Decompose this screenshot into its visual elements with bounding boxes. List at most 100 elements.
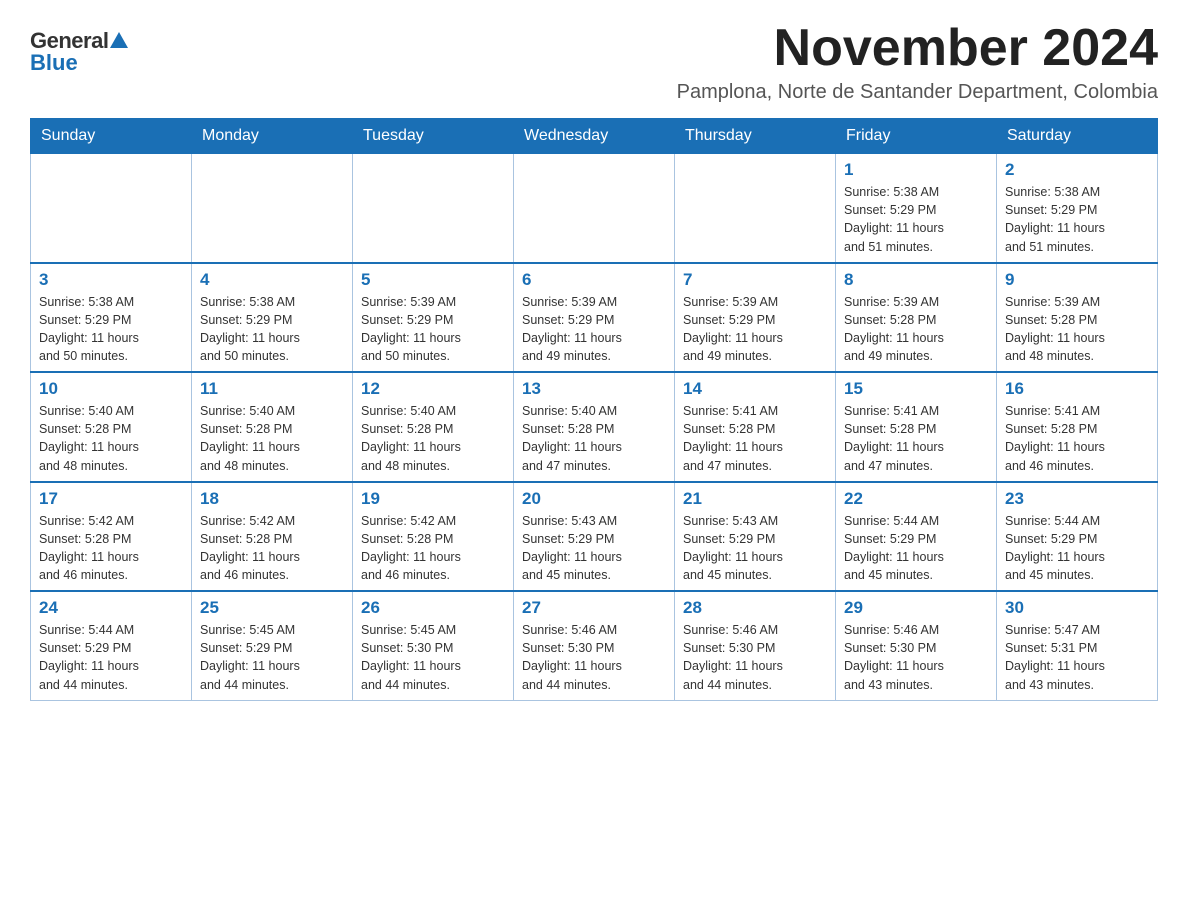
- calendar-cell: 1 Sunrise: 5:38 AMSunset: 5:29 PMDaylight…: [836, 154, 997, 263]
- calendar-cell: 21 Sunrise: 5:43 AMSunset: 5:29 PMDayligh…: [675, 482, 836, 592]
- calendar-cell: 22Sunrise: 5:44 AMSunset: 5:29 PMDayligh…: [836, 482, 997, 592]
- day-number: 17: [39, 489, 183, 509]
- day-info: Sunrise: 5:45 AMSunset: 5:29 PMDaylight:…: [200, 621, 344, 694]
- calendar-week-row: 3 Sunrise: 5:38 AMSunset: 5:29 PMDaylight…: [31, 263, 1158, 373]
- location-subtitle: Pamplona, Norte de Santander Department,…: [677, 81, 1158, 104]
- calendar-cell: 12 Sunrise: 5:40 AMSunset: 5:28 PMDayligh…: [353, 372, 514, 482]
- day-number: 26: [361, 598, 505, 618]
- day-info: Sunrise: 5:41 AMSunset: 5:28 PMDaylight:…: [683, 402, 827, 475]
- day-info: Sunrise: 5:42 AMSunset: 5:28 PMDaylight:…: [361, 512, 505, 585]
- day-number: 14: [683, 379, 827, 399]
- calendar-cell: 11 Sunrise: 5:40 AMSunset: 5:28 PMDayligh…: [192, 372, 353, 482]
- day-info: Sunrise: 5:46 AMSunset: 5:30 PMDaylight:…: [844, 621, 988, 694]
- day-number: 3: [39, 270, 183, 290]
- calendar-week-row: 1 Sunrise: 5:38 AMSunset: 5:29 PMDaylight…: [31, 154, 1158, 263]
- day-number: 9: [1005, 270, 1149, 290]
- calendar-cell: 23Sunrise: 5:44 AMSunset: 5:29 PMDayligh…: [997, 482, 1158, 592]
- weekday-header-sunday: Sunday: [31, 119, 192, 154]
- month-year-title: November 2024: [677, 20, 1158, 77]
- calendar-cell: [353, 154, 514, 263]
- calendar-cell: 3 Sunrise: 5:38 AMSunset: 5:29 PMDaylight…: [31, 263, 192, 373]
- calendar-cell: 17 Sunrise: 5:42 AMSunset: 5:28 PMDayligh…: [31, 482, 192, 592]
- day-number: 13: [522, 379, 666, 399]
- calendar-cell: 24 Sunrise: 5:44 AMSunset: 5:29 PMDayligh…: [31, 591, 192, 700]
- day-number: 15: [844, 379, 988, 399]
- day-info: Sunrise: 5:39 AMSunset: 5:29 PMDaylight:…: [361, 293, 505, 366]
- calendar-cell: 26 Sunrise: 5:45 AMSunset: 5:30 PMDayligh…: [353, 591, 514, 700]
- calendar-cell: 7 Sunrise: 5:39 AMSunset: 5:29 PMDaylight…: [675, 263, 836, 373]
- day-info: Sunrise: 5:39 AMSunset: 5:28 PMDaylight:…: [844, 293, 988, 366]
- page-header: General Blue November 2024 Pamplona, Nor…: [30, 20, 1158, 104]
- calendar-cell: 18 Sunrise: 5:42 AMSunset: 5:28 PMDayligh…: [192, 482, 353, 592]
- day-info: Sunrise: 5:40 AMSunset: 5:28 PMDaylight:…: [522, 402, 666, 475]
- day-number: 11: [200, 379, 344, 399]
- calendar-cell: 25Sunrise: 5:45 AMSunset: 5:29 PMDayligh…: [192, 591, 353, 700]
- day-number: 10: [39, 379, 183, 399]
- day-number: 18: [200, 489, 344, 509]
- day-info: Sunrise: 5:42 AMSunset: 5:28 PMDaylight:…: [39, 512, 183, 585]
- calendar-cell: [514, 154, 675, 263]
- day-info: Sunrise: 5:38 AMSunset: 5:29 PMDaylight:…: [39, 293, 183, 366]
- calendar-cell: 15 Sunrise: 5:41 AMSunset: 5:28 PMDayligh…: [836, 372, 997, 482]
- calendar-week-row: 24 Sunrise: 5:44 AMSunset: 5:29 PMDayligh…: [31, 591, 1158, 700]
- logo-blue-text: Blue: [30, 50, 78, 76]
- day-info: Sunrise: 5:43 AMSunset: 5:29 PMDaylight:…: [683, 512, 827, 585]
- day-number: 27: [522, 598, 666, 618]
- calendar-cell: 28 Sunrise: 5:46 AMSunset: 5:30 PMDayligh…: [675, 591, 836, 700]
- title-area: November 2024 Pamplona, Norte de Santand…: [677, 20, 1158, 104]
- day-number: 29: [844, 598, 988, 618]
- calendar-cell: 5 Sunrise: 5:39 AMSunset: 5:29 PMDaylight…: [353, 263, 514, 373]
- day-number: 21: [683, 489, 827, 509]
- calendar-cell: 30Sunrise: 5:47 AMSunset: 5:31 PMDayligh…: [997, 591, 1158, 700]
- calendar-cell: 9 Sunrise: 5:39 AMSunset: 5:28 PMDaylight…: [997, 263, 1158, 373]
- day-info: Sunrise: 5:39 AMSunset: 5:28 PMDaylight:…: [1005, 293, 1149, 366]
- calendar-cell: 19 Sunrise: 5:42 AMSunset: 5:28 PMDayligh…: [353, 482, 514, 592]
- weekday-header-monday: Monday: [192, 119, 353, 154]
- day-number: 12: [361, 379, 505, 399]
- day-number: 4: [200, 270, 344, 290]
- weekday-header-friday: Friday: [836, 119, 997, 154]
- calendar-cell: 8 Sunrise: 5:39 AMSunset: 5:28 PMDaylight…: [836, 263, 997, 373]
- day-number: 8: [844, 270, 988, 290]
- day-info: Sunrise: 5:44 AMSunset: 5:29 PMDaylight:…: [39, 621, 183, 694]
- day-info: Sunrise: 5:40 AMSunset: 5:28 PMDaylight:…: [361, 402, 505, 475]
- calendar-cell: 14 Sunrise: 5:41 AMSunset: 5:28 PMDayligh…: [675, 372, 836, 482]
- logo: General Blue: [30, 20, 128, 76]
- day-info: Sunrise: 5:39 AMSunset: 5:29 PMDaylight:…: [522, 293, 666, 366]
- day-info: Sunrise: 5:38 AMSunset: 5:29 PMDaylight:…: [844, 183, 988, 256]
- day-info: Sunrise: 5:41 AMSunset: 5:28 PMDaylight:…: [844, 402, 988, 475]
- day-info: Sunrise: 5:42 AMSunset: 5:28 PMDaylight:…: [200, 512, 344, 585]
- calendar-cell: [31, 154, 192, 263]
- day-number: 19: [361, 489, 505, 509]
- day-number: 23: [1005, 489, 1149, 509]
- calendar-cell: [675, 154, 836, 263]
- day-number: 1: [844, 160, 988, 180]
- day-number: 6: [522, 270, 666, 290]
- day-number: 24: [39, 598, 183, 618]
- day-number: 20: [522, 489, 666, 509]
- weekday-header-row: SundayMondayTuesdayWednesdayThursdayFrid…: [31, 119, 1158, 154]
- day-number: 30: [1005, 598, 1149, 618]
- day-info: Sunrise: 5:45 AMSunset: 5:30 PMDaylight:…: [361, 621, 505, 694]
- day-info: Sunrise: 5:43 AMSunset: 5:29 PMDaylight:…: [522, 512, 666, 585]
- day-info: Sunrise: 5:40 AMSunset: 5:28 PMDaylight:…: [200, 402, 344, 475]
- day-info: Sunrise: 5:38 AMSunset: 5:29 PMDaylight:…: [1005, 183, 1149, 256]
- calendar-cell: 27 Sunrise: 5:46 AMSunset: 5:30 PMDayligh…: [514, 591, 675, 700]
- day-info: Sunrise: 5:44 AMSunset: 5:29 PMDaylight:…: [844, 512, 988, 585]
- day-number: 7: [683, 270, 827, 290]
- logo-triangle-icon: [110, 32, 128, 48]
- day-info: Sunrise: 5:38 AMSunset: 5:29 PMDaylight:…: [200, 293, 344, 366]
- day-info: Sunrise: 5:46 AMSunset: 5:30 PMDaylight:…: [522, 621, 666, 694]
- day-info: Sunrise: 5:46 AMSunset: 5:30 PMDaylight:…: [683, 621, 827, 694]
- day-number: 5: [361, 270, 505, 290]
- calendar-week-row: 10 Sunrise: 5:40 AMSunset: 5:28 PMDayligh…: [31, 372, 1158, 482]
- calendar-cell: 2Sunrise: 5:38 AMSunset: 5:29 PMDaylight…: [997, 154, 1158, 263]
- calendar-cell: 20 Sunrise: 5:43 AMSunset: 5:29 PMDayligh…: [514, 482, 675, 592]
- calendar-week-row: 17 Sunrise: 5:42 AMSunset: 5:28 PMDayligh…: [31, 482, 1158, 592]
- weekday-header-saturday: Saturday: [997, 119, 1158, 154]
- day-number: 28: [683, 598, 827, 618]
- calendar-cell: 6 Sunrise: 5:39 AMSunset: 5:29 PMDaylight…: [514, 263, 675, 373]
- weekday-header-thursday: Thursday: [675, 119, 836, 154]
- day-info: Sunrise: 5:39 AMSunset: 5:29 PMDaylight:…: [683, 293, 827, 366]
- weekday-header-tuesday: Tuesday: [353, 119, 514, 154]
